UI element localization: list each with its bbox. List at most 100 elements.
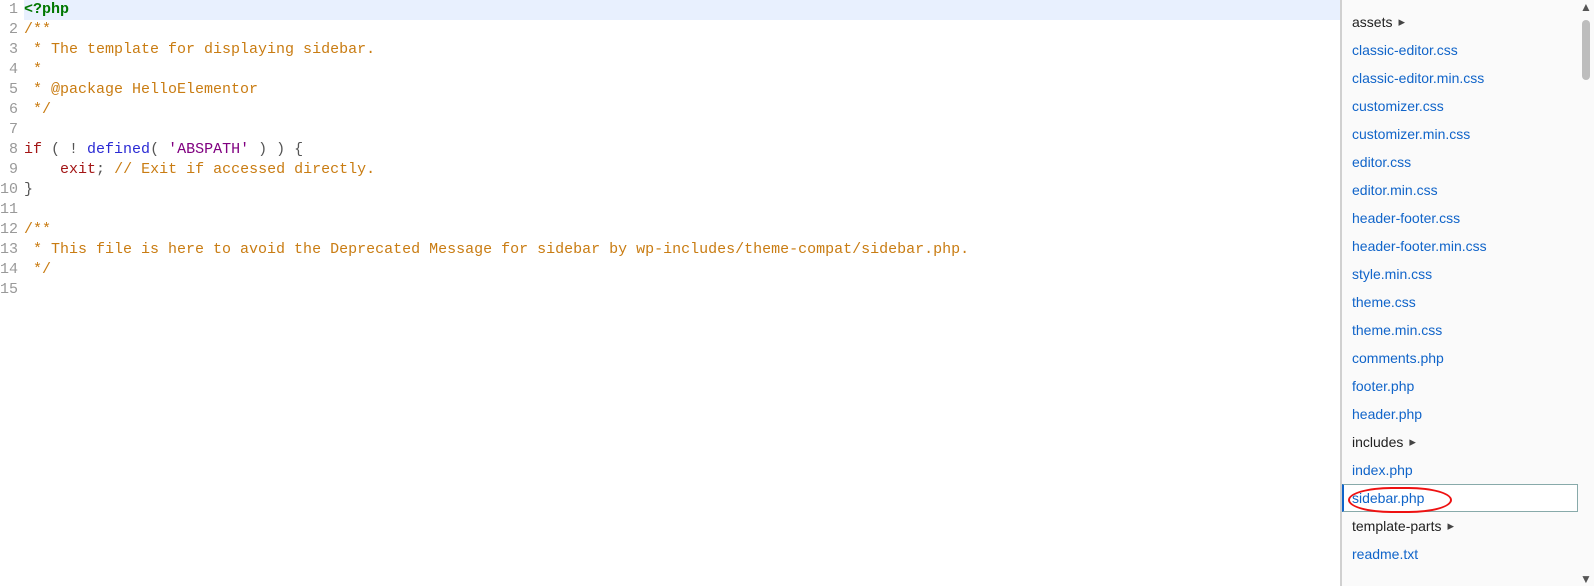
line-number: 3	[0, 40, 20, 60]
file-item[interactable]: readme.txt	[1342, 540, 1578, 568]
tree-item-label: header.php	[1352, 406, 1422, 422]
code-line[interactable]	[24, 200, 1340, 220]
line-number: 8	[0, 140, 20, 160]
code-line[interactable]	[24, 120, 1340, 140]
tree-item-label: readme.txt	[1352, 546, 1418, 562]
tree-item-label: editor.min.css	[1352, 182, 1438, 198]
code-line[interactable]: * The template for displaying sidebar.	[24, 40, 1340, 60]
file-item[interactable]: header-footer.min.css	[1342, 232, 1578, 260]
code-line[interactable]: /**	[24, 20, 1340, 40]
code-line[interactable]: */	[24, 260, 1340, 280]
tree-item-label: editor.css	[1352, 154, 1411, 170]
line-number: 6	[0, 100, 20, 120]
file-item[interactable]: editor.css	[1342, 148, 1578, 176]
folder-item[interactable]: includes ▸	[1342, 428, 1578, 456]
code-token	[24, 161, 60, 178]
tree-item-label: classic-editor.min.css	[1352, 70, 1484, 86]
code-token: /**	[24, 21, 51, 38]
file-item[interactable]: sidebar.php	[1342, 484, 1578, 512]
code-token: 'ABSPATH'	[168, 141, 249, 158]
chevron-right-icon: ▸	[1398, 14, 1405, 30]
code-token: ) ) {	[249, 141, 303, 158]
file-item[interactable]: header.php	[1342, 400, 1578, 428]
line-number-gutter: 123456789101112131415	[0, 0, 20, 586]
file-item[interactable]: customizer.css	[1342, 92, 1578, 120]
file-item[interactable]: customizer.min.css	[1342, 120, 1578, 148]
code-line[interactable]: /**	[24, 220, 1340, 240]
code-token: (	[150, 141, 168, 158]
file-item[interactable]: index.php	[1342, 456, 1578, 484]
code-token: ( !	[42, 141, 87, 158]
scroll-down-icon[interactable]: ▼	[1580, 572, 1592, 586]
tree-item-label: customizer.css	[1352, 98, 1444, 114]
code-line[interactable]: * This file is here to avoid the Depreca…	[24, 240, 1340, 260]
line-number: 13	[0, 240, 20, 260]
file-item[interactable]: theme.css	[1342, 288, 1578, 316]
file-item[interactable]: header-footer.css	[1342, 204, 1578, 232]
code-token: if	[24, 141, 42, 158]
file-item[interactable]: theme.min.css	[1342, 316, 1578, 344]
tree-item-label: footer.php	[1352, 378, 1414, 394]
code-token: *	[24, 61, 42, 78]
file-explorer: assets▸classic-editor.css classic-editor.…	[1342, 0, 1594, 586]
line-number: 14	[0, 260, 20, 280]
line-number: 7	[0, 120, 20, 140]
code-token: <?	[24, 1, 42, 18]
code-line[interactable]: * @package HelloElementor	[24, 80, 1340, 100]
code-token: * This file is here to avoid the Depreca…	[24, 241, 969, 258]
code-token: */	[24, 261, 51, 278]
tree-item-label: style.min.css	[1352, 266, 1432, 282]
file-item[interactable]: editor.min.css	[1342, 176, 1578, 204]
app-root: 123456789101112131415 <?php/** * The tem…	[0, 0, 1594, 586]
code-line[interactable]: if ( ! defined( 'ABSPATH' ) ) {	[24, 140, 1340, 160]
code-line[interactable]: *	[24, 60, 1340, 80]
tree-item-label: customizer.min.css	[1352, 126, 1470, 142]
file-item[interactable]: style.min.css	[1342, 260, 1578, 288]
file-item[interactable]: footer.php	[1342, 372, 1578, 400]
code-token: // Exit if accessed directly.	[105, 161, 375, 178]
folder-item[interactable]: template-parts ▸	[1342, 512, 1578, 540]
folder-item[interactable]: assets▸	[1342, 8, 1578, 36]
tree-item-label: header-footer.css	[1352, 210, 1460, 226]
chevron-right-icon: ▸	[1447, 518, 1454, 534]
code-token: exit	[60, 161, 96, 178]
file-item[interactable]: classic-editor.css	[1342, 36, 1578, 64]
tree-item-label: theme.min.css	[1352, 322, 1442, 338]
line-number: 10	[0, 180, 20, 200]
code-line[interactable]: <?php	[24, 0, 1340, 20]
chevron-right-icon: ▸	[1409, 434, 1416, 450]
file-item[interactable]: comments.php	[1342, 344, 1578, 372]
tree-item-label: sidebar.php	[1352, 490, 1424, 506]
code-line[interactable]	[24, 280, 1340, 300]
code-token: php	[42, 1, 69, 18]
line-number: 2	[0, 20, 20, 40]
line-number: 4	[0, 60, 20, 80]
code-line[interactable]: */	[24, 100, 1340, 120]
scroll-thumb[interactable]	[1582, 20, 1590, 80]
line-number: 12	[0, 220, 20, 240]
code-line[interactable]: }	[24, 180, 1340, 200]
code-token: * The template for displaying sidebar.	[24, 41, 375, 58]
tree-item-label: comments.php	[1352, 350, 1444, 366]
file-tree[interactable]: assets▸classic-editor.css classic-editor.…	[1342, 0, 1578, 586]
tree-item-label: template-parts	[1352, 518, 1441, 534]
tree-item-label: theme.css	[1352, 294, 1416, 310]
code-token: */	[24, 101, 51, 118]
code-editor[interactable]: 123456789101112131415 <?php/** * The tem…	[0, 0, 1340, 586]
explorer-scrollbar[interactable]: ▲ ▼	[1578, 0, 1594, 586]
code-token: /**	[24, 221, 51, 238]
tree-item-label: header-footer.min.css	[1352, 238, 1487, 254]
code-line[interactable]: exit; // Exit if accessed directly.	[24, 160, 1340, 180]
code-token: }	[24, 181, 33, 198]
code-token: * @package HelloElementor	[24, 81, 258, 98]
code-token: ;	[96, 161, 105, 178]
code-area[interactable]: <?php/** * The template for displaying s…	[20, 0, 1340, 586]
scroll-up-icon[interactable]: ▲	[1580, 0, 1592, 14]
tree-item-label: index.php	[1352, 462, 1413, 478]
line-number: 9	[0, 160, 20, 180]
code-token: defined	[87, 141, 150, 158]
line-number: 5	[0, 80, 20, 100]
tree-item-label: includes	[1352, 434, 1403, 450]
line-number: 15	[0, 280, 20, 300]
file-item[interactable]: classic-editor.min.css	[1342, 64, 1578, 92]
